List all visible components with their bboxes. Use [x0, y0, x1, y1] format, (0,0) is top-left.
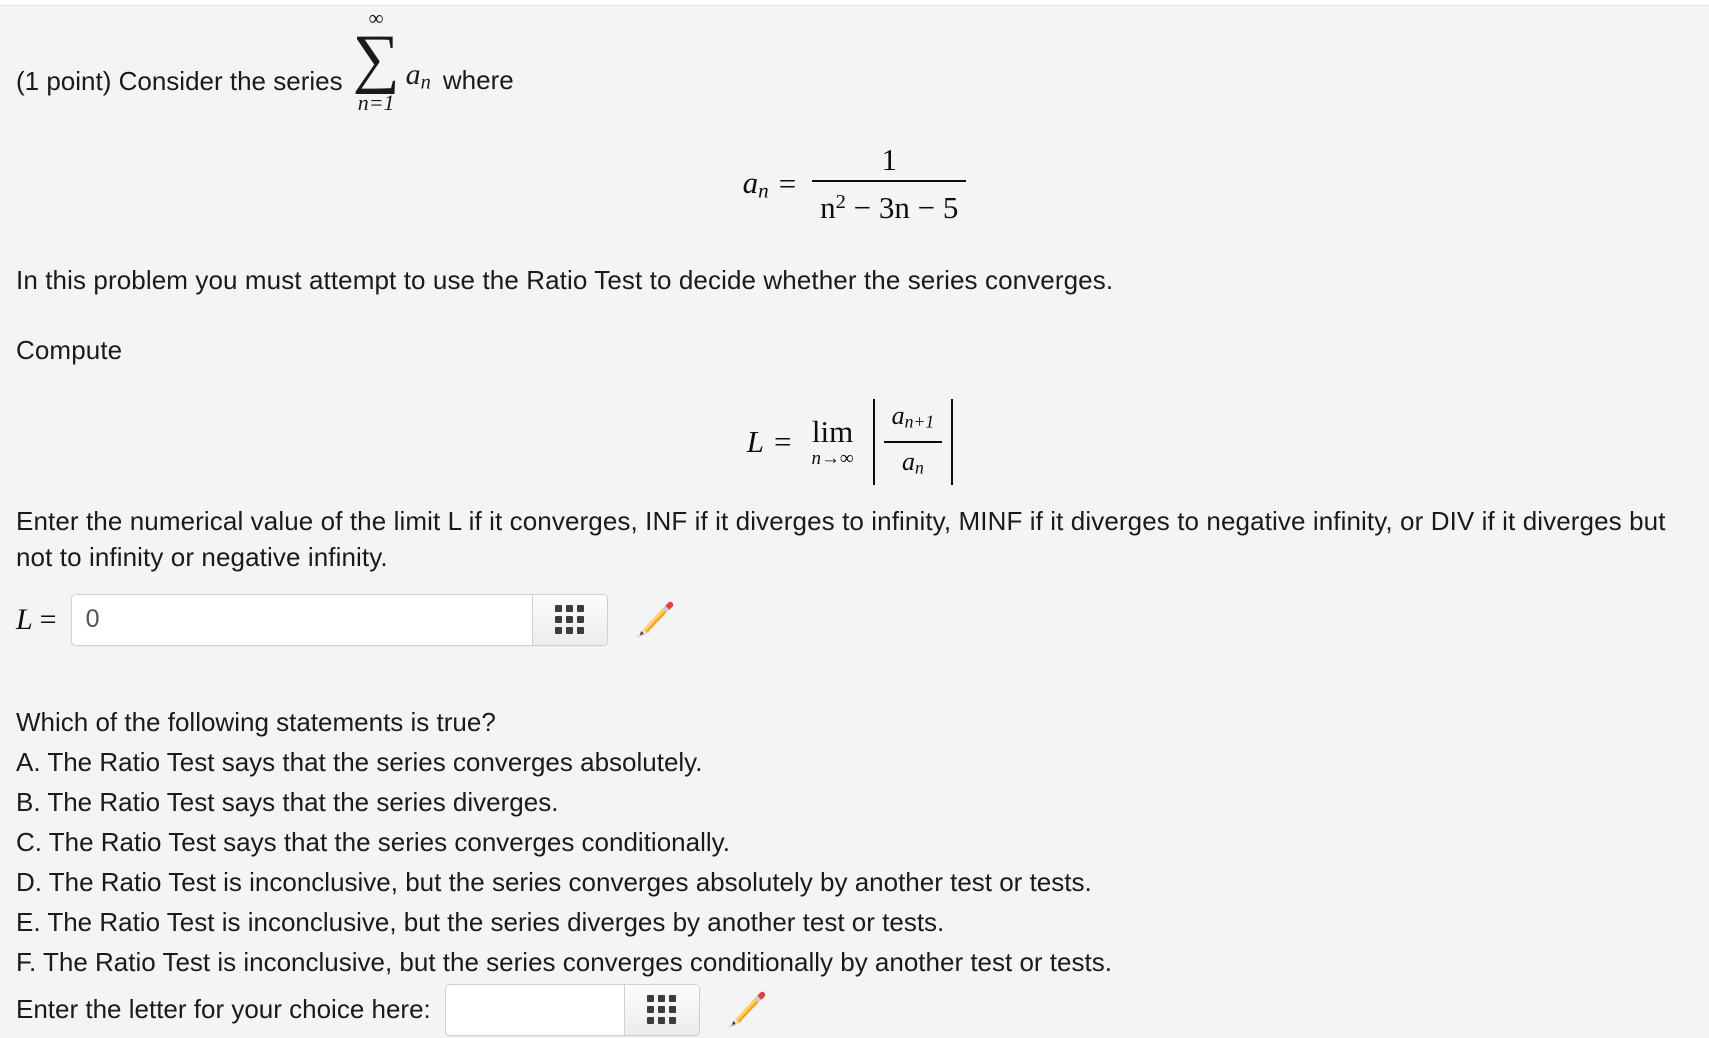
choice-answer-label: Enter the letter for your choice here: — [16, 994, 431, 1025]
definition-denominator: n2 − 3n − 5 — [812, 182, 966, 228]
ratio-numerator: an+1 — [884, 397, 943, 441]
limit-equals-sign: = — [774, 423, 792, 459]
definition-lhs: an — [743, 165, 769, 204]
limit-answer-equals: = — [39, 602, 57, 636]
keypad-button[interactable] — [531, 594, 607, 645]
denominator-base: n — [820, 190, 836, 226]
choice-option-c: C. The Ratio Test says that the series c… — [16, 826, 730, 857]
ratio-denominator: an — [894, 443, 932, 487]
choice-option-e: E. The Ratio Test is inconclusive, but t… — [16, 906, 945, 937]
choice-option-d: D. The Ratio Test is inconclusive, but t… — [16, 866, 1092, 897]
ratio-numerator-base: a — [891, 401, 905, 431]
multiple-choice-question: Which of the following statements is tru… — [16, 706, 496, 737]
summation-notation: ∞ ∑ n=1 — [352, 8, 400, 116]
choice-answer-input-group — [444, 983, 700, 1036]
limit-answer-input[interactable] — [71, 594, 532, 645]
keypad-button[interactable] — [623, 984, 699, 1035]
limit-answer-row: L = — [16, 592, 1693, 648]
pencil-icon[interactable] — [630, 596, 678, 644]
definition-lhs-subscript: n — [758, 178, 769, 203]
limit-equation: L = lim n→∞ an+1 an — [16, 381, 1693, 503]
choice-option-f: F. The Ratio Test is inconclusive, but t… — [16, 946, 1112, 977]
limit-lhs: L — [746, 423, 765, 459]
problem-page: (1 point) Consider the series ∞ ∑ n=1 an… — [0, 6, 1709, 1038]
choice-answer-input[interactable] — [445, 984, 624, 1035]
summation-term-base: a — [405, 57, 421, 91]
pencil-icon[interactable] — [722, 986, 770, 1034]
absolute-value-bar-right — [951, 398, 954, 485]
ratio-test-instruction: In this problem you must attempt to use … — [16, 265, 1114, 295]
where-label: where — [442, 65, 514, 95]
ratio-fraction: an+1 an — [883, 397, 943, 487]
choice-answer-row: Enter the letter for your choice here: — [16, 982, 1693, 1038]
limit-answer-label: L = — [16, 603, 57, 637]
denominator-exponent: 2 — [835, 190, 846, 213]
summation-lower-limit: n=1 — [357, 90, 395, 115]
limit-answer-variable: L — [16, 602, 33, 636]
definition-equals-sign: = — [778, 166, 797, 201]
limit-answer-input-group — [70, 593, 608, 646]
absolute-value-bar-left — [872, 398, 875, 485]
definition-fraction: 1 n2 − 3n − 5 — [812, 140, 967, 228]
keypad-grid-icon — [647, 995, 677, 1025]
ratio-denominator-base: a — [901, 446, 915, 476]
denominator-rest: − 3n − 5 — [845, 190, 959, 226]
keypad-grid-icon — [555, 605, 585, 635]
definition-equation: an = 1 n2 − 3n − 5 — [16, 124, 1693, 244]
summation-term: an — [406, 58, 431, 124]
problem-statement-line: (1 point) Consider the series ∞ ∑ n=1 an… — [16, 6, 1693, 124]
ratio-denominator-subscript: n — [914, 457, 924, 478]
lim-text: lim — [811, 413, 854, 449]
definition-lhs-base: a — [742, 164, 759, 200]
lim-subscript: n→∞ — [811, 447, 854, 469]
choice-option-b: B. The Ratio Test says that the series d… — [16, 786, 559, 817]
definition-numerator: 1 — [881, 141, 898, 177]
compute-label: Compute — [16, 335, 123, 366]
enter-value-instruction: Enter the numerical value of the limit L… — [16, 505, 1666, 573]
points-label: (1 point) Consider the series — [16, 66, 343, 96]
summation-term-subscript: n — [420, 71, 431, 93]
sigma-icon: ∑ — [352, 22, 400, 95]
limit-operator: lim n→∞ — [811, 413, 854, 469]
choice-option-a: A. The Ratio Test says that the series c… — [16, 746, 703, 777]
ratio-numerator-subscript: n+1 — [904, 411, 935, 432]
multiple-choice-block: Which of the following statements is tru… — [16, 702, 1693, 982]
